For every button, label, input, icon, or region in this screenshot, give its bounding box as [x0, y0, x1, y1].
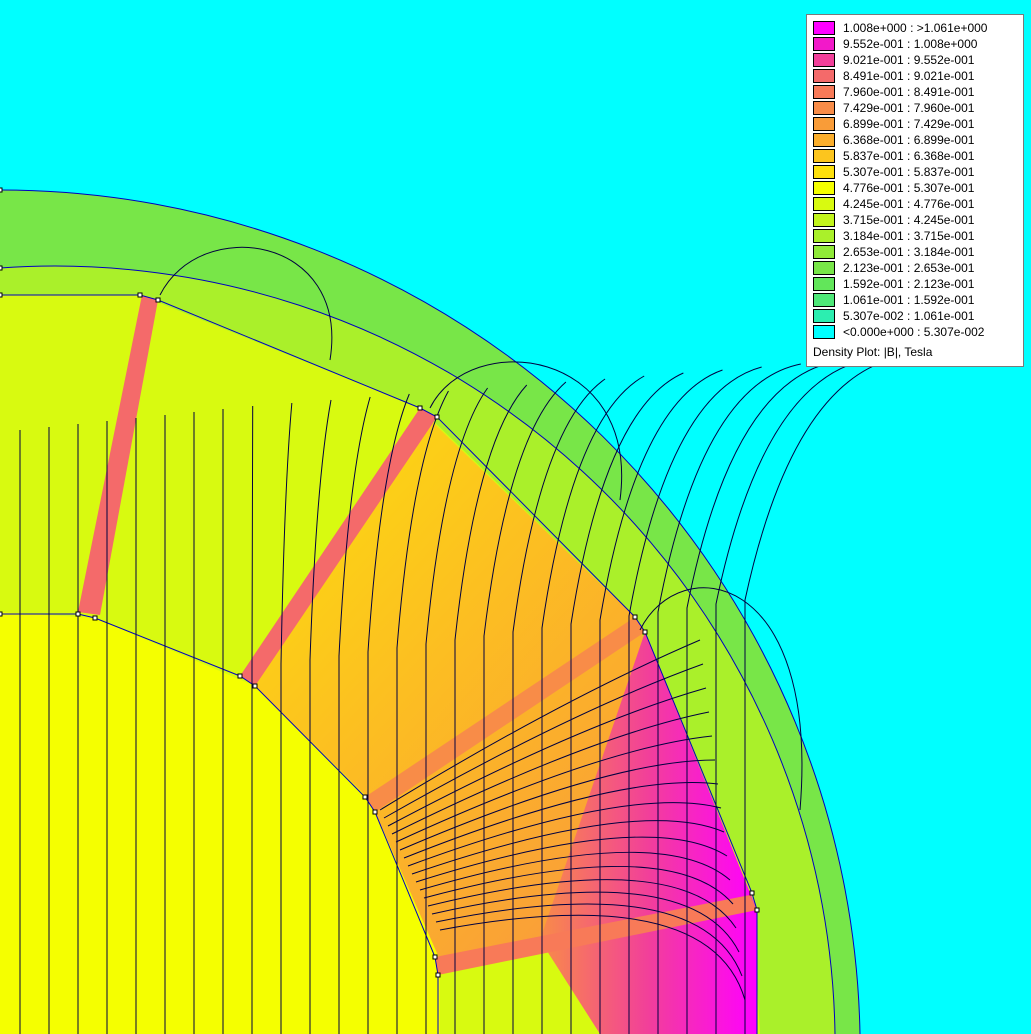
legend-swatch	[813, 197, 835, 211]
legend-label: 6.368e-001 : 6.899e-001	[843, 133, 975, 147]
legend-label: 2.653e-001 : 3.184e-001	[843, 245, 975, 259]
legend-swatch	[813, 53, 835, 67]
legend-label: 6.899e-001 : 7.429e-001	[843, 117, 975, 131]
node-marker	[155, 297, 161, 303]
node-marker	[432, 954, 438, 960]
legend-swatch	[813, 245, 835, 259]
node-marker	[749, 890, 755, 896]
legend-swatch	[813, 133, 835, 147]
legend-label: 4.776e-001 : 5.307e-001	[843, 181, 975, 195]
legend-title: Density Plot: |B|, Tesla	[813, 345, 933, 359]
legend-swatch	[813, 165, 835, 179]
legend-label: 5.307e-001 : 5.837e-001	[843, 165, 975, 179]
node-marker	[642, 629, 648, 635]
legend-swatch	[813, 261, 835, 275]
legend-swatch	[813, 277, 835, 291]
legend-swatch	[813, 101, 835, 115]
legend-swatch	[813, 37, 835, 51]
legend-label: 9.021e-001 : 9.552e-001	[843, 53, 975, 67]
node-marker	[0, 265, 3, 271]
node-marker	[92, 615, 98, 621]
node-marker	[0, 611, 3, 617]
node-marker	[754, 907, 760, 913]
legend-label: <0.000e+000 : 5.307e-002	[843, 325, 985, 339]
legend-swatch	[813, 85, 835, 99]
legend-swatch	[813, 293, 835, 307]
legend-label: 2.123e-001 : 2.653e-001	[843, 261, 975, 275]
legend-label: 9.552e-001 : 1.008e+000	[843, 37, 978, 51]
legend-swatch	[813, 149, 835, 163]
node-marker	[252, 683, 258, 689]
legend-swatch	[813, 21, 835, 35]
legend-swatch	[813, 325, 835, 339]
legend-label: 3.184e-001 : 3.715e-001	[843, 229, 975, 243]
legend-label: 3.715e-001 : 4.245e-001	[843, 213, 975, 227]
legend-label: 1.008e+000 : >1.061e+000	[843, 21, 988, 35]
node-marker	[372, 809, 378, 815]
legend-label: 7.429e-001 : 7.960e-001	[843, 101, 975, 115]
legend-swatch	[813, 69, 835, 83]
legend-label: 7.960e-001 : 8.491e-001	[843, 85, 975, 99]
node-marker	[434, 414, 440, 420]
node-marker	[435, 972, 441, 978]
legend-label: 8.491e-001 : 9.021e-001	[843, 69, 975, 83]
node-marker	[0, 187, 3, 193]
legend-panel: 1.008e+000 : >1.061e+000 9.552e-001 : 1.0…	[806, 14, 1024, 367]
node-marker	[0, 292, 3, 298]
node-marker	[137, 292, 143, 298]
legend-swatch	[813, 213, 835, 227]
node-marker	[362, 794, 368, 800]
legend-swatch	[813, 181, 835, 195]
legend-swatch	[813, 117, 835, 131]
legend-swatch	[813, 229, 835, 243]
legend-swatch	[813, 309, 835, 323]
node-marker	[237, 673, 243, 679]
legend-label: 4.245e-001 : 4.776e-001	[843, 197, 975, 211]
legend-label: 5.307e-002 : 1.061e-001	[843, 309, 975, 323]
legend-label: 1.592e-001 : 2.123e-001	[843, 277, 975, 291]
node-marker	[632, 614, 638, 620]
legend-label: 5.837e-001 : 6.368e-001	[843, 149, 975, 163]
legend-label: 1.061e-001 : 1.592e-001	[843, 293, 975, 307]
node-marker	[75, 611, 81, 617]
node-marker	[417, 405, 423, 411]
